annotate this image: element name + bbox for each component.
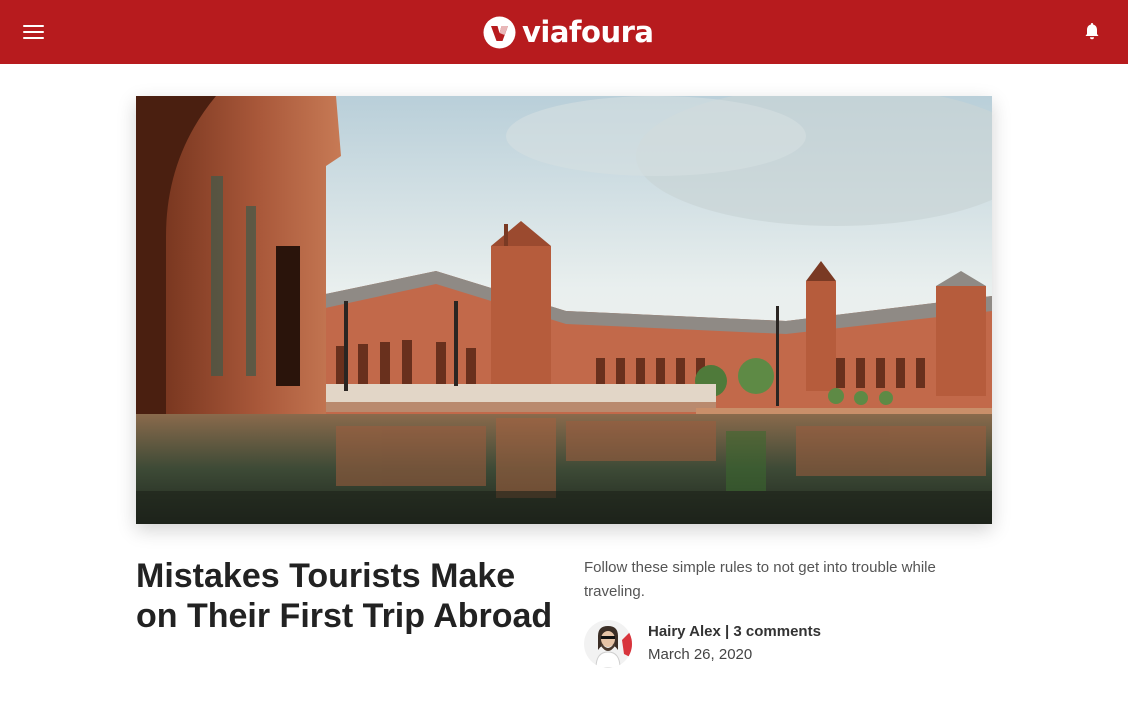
avatar[interactable] — [584, 620, 632, 668]
byline-separator: | — [725, 623, 730, 640]
hero-illustration — [136, 96, 992, 524]
author-link[interactable]: Hairy Alex — [648, 623, 721, 640]
hamburger-menu-icon[interactable] — [22, 22, 46, 42]
bell-icon[interactable] — [1082, 22, 1102, 42]
top-bar: viafoura — [0, 0, 1128, 64]
hero-image[interactable] — [136, 96, 992, 524]
logo[interactable]: viafoura — [483, 14, 654, 50]
article-summary: Follow these simple rules to not get int… — [584, 559, 936, 600]
author-comments-line: Hairy Alex | 3 comments — [648, 621, 821, 643]
article-title[interactable]: Mistakes Tourists Make on Their First Tr… — [136, 556, 556, 636]
logo-text: viafoura — [522, 15, 654, 49]
comments-link[interactable]: 3 comments — [733, 623, 821, 640]
byline-meta: Hairy Alex | 3 comments March 26, 2020 — [648, 621, 821, 667]
publish-date: March 26, 2020 — [648, 646, 753, 663]
byline: Hairy Alex | 3 comments March 26, 2020 — [584, 620, 984, 670]
author-avatar-image — [584, 620, 632, 668]
viafoura-logo-icon — [483, 16, 516, 48]
